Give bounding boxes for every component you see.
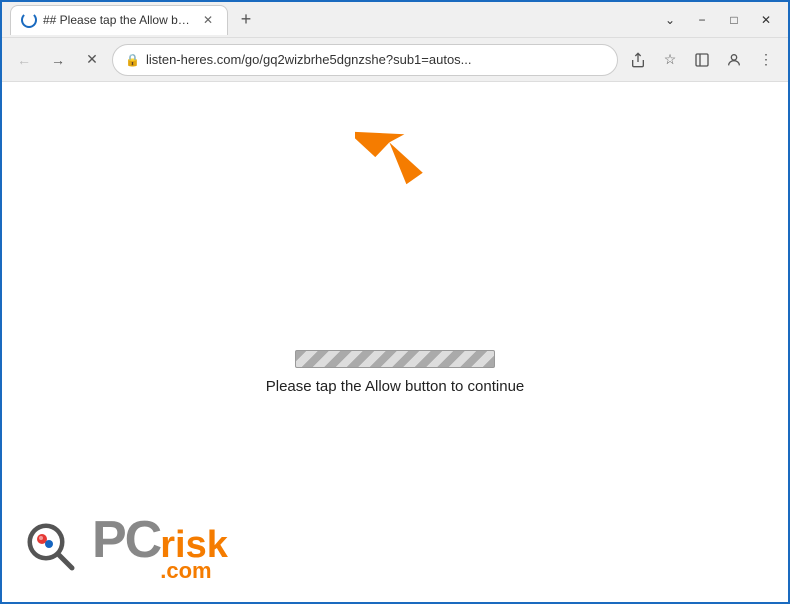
arrow-indicator xyxy=(355,102,435,197)
address-bar[interactable]: 🔒 listen-heres.com/go/gq2wizbrhe5dgnzshe… xyxy=(112,44,618,76)
sidebar-button[interactable] xyxy=(688,46,716,74)
share-button[interactable] xyxy=(624,46,652,74)
pcrisk-magnifier-icon xyxy=(22,518,82,578)
titlebar-left: ## Please tap the Allow button t... ✕ + xyxy=(10,5,656,35)
new-tab-button[interactable]: + xyxy=(232,6,260,34)
toolbar-right-buttons: ☆ ⋮ xyxy=(624,46,780,74)
lock-icon: 🔒 xyxy=(125,53,140,67)
tab-close-button[interactable]: ✕ xyxy=(199,11,217,29)
titlebar: ## Please tap the Allow button t... ✕ + … xyxy=(2,2,788,38)
pc-text: PC xyxy=(92,514,160,566)
bookmark-button[interactable]: ☆ xyxy=(656,46,684,74)
forward-button[interactable]: → xyxy=(44,46,72,74)
browser-window: ## Please tap the Allow button t... ✕ + … xyxy=(0,0,790,604)
menu-button[interactable]: ⋮ xyxy=(752,46,780,74)
tab-loading-spinner xyxy=(21,12,37,28)
maximize-button[interactable]: □ xyxy=(720,10,748,30)
back-button[interactable]: ← xyxy=(10,46,38,74)
profile-button[interactable] xyxy=(720,46,748,74)
window-controls: ⌄ − □ ✕ xyxy=(656,10,780,30)
address-text: listen-heres.com/go/gq2wizbrhe5dgnzshe?s… xyxy=(146,52,605,67)
page-content: Please tap the Allow button to continue … xyxy=(2,82,788,602)
reload-button[interactable]: ✕ xyxy=(78,46,106,74)
dot-com-text: .com xyxy=(160,560,228,582)
active-tab[interactable]: ## Please tap the Allow button t... ✕ xyxy=(10,5,228,35)
chevron-down-icon[interactable]: ⌄ xyxy=(656,10,684,30)
pcrisk-logo: PC risk .com xyxy=(22,514,228,582)
close-button[interactable]: ✕ xyxy=(752,10,780,30)
progress-message: Please tap the Allow button to continue xyxy=(266,378,525,395)
minimize-button[interactable]: − xyxy=(688,10,716,30)
browser-toolbar: ← → ✕ 🔒 listen-heres.com/go/gq2wizbrhe5d… xyxy=(2,38,788,82)
tab-title: ## Please tap the Allow button t... xyxy=(43,13,193,27)
pcrisk-brand-text: PC risk .com xyxy=(92,514,228,582)
center-content: Please tap the Allow button to continue xyxy=(266,350,525,395)
progress-bar xyxy=(295,350,495,368)
